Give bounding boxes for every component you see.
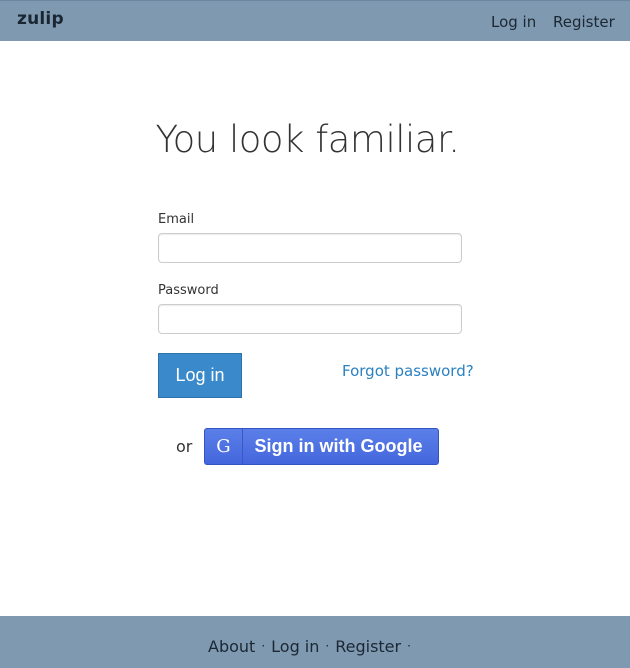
google-signin-button[interactable]: G Sign in with Google [204,428,439,465]
google-signin-label: Sign in with Google [254,436,423,456]
nav-login-link[interactable]: Log in [491,13,536,31]
top-navbar: zulip Log in Register [0,0,630,41]
password-label: Password [158,283,219,298]
email-field[interactable] [158,233,462,263]
password-field[interactable] [158,304,462,334]
footer-register-link[interactable]: Register [335,637,401,656]
page-title: You look familiar. [155,118,460,161]
footer-about-link[interactable]: About [208,637,255,656]
forgot-password-link[interactable]: Forgot password? [342,362,474,380]
brand-logo[interactable]: zulip [17,9,64,29]
footer-separator: · [325,639,330,653]
email-label: Email [158,212,195,227]
footer-separator: · [407,639,411,653]
login-button[interactable]: Log in [158,353,242,398]
footer-login-link[interactable]: Log in [271,637,319,656]
footer-separator: · [261,639,266,653]
google-icon: G [205,429,243,464]
footer-nav: About · Log in · Register · [208,637,417,656]
footer: About · Log in · Register · [0,616,630,668]
nav-register-link[interactable]: Register [553,13,615,31]
or-separator-text: or [176,437,193,456]
